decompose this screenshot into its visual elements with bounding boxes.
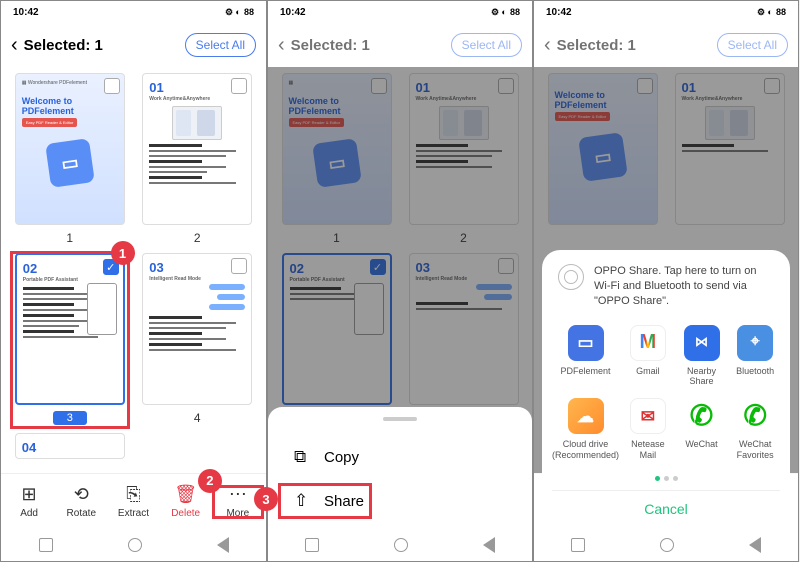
share-menu-item[interactable]: 3 ⇧ Share — [268, 479, 532, 523]
more-menu-sheet: ⧉ Copy 3 ⇧ Share — [268, 407, 532, 529]
screen-1: 10:42 ⚙ ◐ 88 ‹ Selected: 1 Select All ▦ … — [0, 0, 267, 562]
page-number: 1 — [66, 231, 73, 245]
oppo-share-row[interactable]: OPPO Share. Tap here to turn on Wi-Fi an… — [552, 264, 780, 321]
nav-recents[interactable] — [305, 538, 319, 552]
screen-2: 10:42 ⚙ ◐ 88 ‹ Selected: 1 Select All ▦W… — [267, 0, 533, 562]
wechat-icon: ✆ — [684, 398, 720, 434]
step-badge-2: 2 — [198, 469, 222, 493]
copy-icon: ⧉ — [294, 447, 312, 467]
nav-back[interactable] — [749, 537, 761, 553]
header-title: Selected: 1 — [24, 37, 179, 54]
status-bar: 10:42 ⚙ ◐ 88 — [268, 1, 532, 23]
nav-recents[interactable] — [571, 538, 585, 552]
status-right: ⚙ ◐ 88 — [757, 7, 786, 18]
nav-home[interactable] — [394, 538, 408, 552]
select-all-button[interactable]: Select All — [451, 33, 522, 57]
bluetooth-icon: ⌖ — [737, 325, 773, 361]
page-thumbnail-4[interactable]: 03 Intelligent Read Mode 4 — [141, 253, 255, 425]
page-indicator — [552, 468, 780, 486]
cloud-icon: ☁ — [568, 398, 604, 434]
pdfelement-icon: ▭ — [568, 325, 604, 361]
nav-back[interactable] — [217, 537, 229, 553]
page-thumbnail-1[interactable]: ▦ Wondershare PDFelement Welcome toPDFel… — [13, 73, 127, 245]
status-bar: 10:42 ⚙ ◐ 88 — [534, 1, 798, 23]
netease-icon: ✉ — [630, 398, 666, 434]
wechat-fav-icon: ✆ — [737, 398, 773, 434]
oppo-share-icon — [558, 264, 584, 290]
status-bar: 10:42 ⚙ ◐ 88 — [1, 1, 266, 23]
status-right: ⚙ ◐ 88 — [225, 7, 254, 18]
system-nav — [268, 529, 532, 561]
share-app-wechat[interactable]: ✆WeChat — [677, 398, 727, 460]
header: ‹ Selected: 1 Select All — [268, 23, 532, 67]
header-title: Selected: 1 — [557, 37, 711, 54]
cancel-button[interactable]: Cancel — [552, 490, 780, 521]
add-icon: ⊞ — [22, 485, 37, 505]
share-app-gmail[interactable]: MGmail — [623, 325, 673, 387]
page-checkbox[interactable] — [231, 78, 247, 94]
screen-3: 10:42 ⚙ ◐ 88 ‹ Selected: 1 Select All We… — [533, 0, 799, 562]
back-icon[interactable]: ‹ — [11, 34, 18, 57]
page-number: 2 — [194, 231, 201, 245]
more-icon: ⋯ — [229, 485, 247, 505]
page-number-selected: 3 — [53, 411, 87, 425]
share-app-cloud[interactable]: ☁Cloud drive (Recommended) — [552, 398, 619, 460]
back-icon[interactable]: ‹ — [278, 34, 285, 57]
nav-recents[interactable] — [39, 538, 53, 552]
gmail-icon: M — [630, 325, 666, 361]
page-checkbox[interactable] — [231, 258, 247, 274]
page-thumbnail-3[interactable]: 1 ✓ 02 Portable PDF Assistant 3 — [13, 253, 127, 425]
page-thumbnail-5[interactable]: 04 — [13, 433, 127, 459]
rotate-button[interactable]: ⟲Rotate — [57, 485, 105, 519]
share-app-pdfelement[interactable]: ▭PDFelement — [552, 325, 619, 387]
back-icon[interactable]: ‹ — [544, 34, 551, 57]
page-thumbnail-2[interactable]: 01 Work Anytime&Anywhere 2 — [141, 73, 255, 245]
status-time: 10:42 — [280, 7, 306, 18]
sheet-handle[interactable] — [383, 417, 417, 421]
select-all-button[interactable]: Select All — [717, 33, 788, 57]
share-app-grid: ▭PDFelement MGmail ⋈Nearby Share ⌖Blueto… — [552, 325, 780, 460]
extract-icon: ⎘ — [126, 485, 140, 505]
trash-icon: 🗑 — [174, 485, 197, 505]
system-nav — [1, 529, 266, 561]
share-app-netease[interactable]: ✉Netease Mail — [623, 398, 673, 460]
step-badge-3: 3 — [254, 487, 278, 511]
extract-button[interactable]: ⎘Extract — [109, 485, 157, 519]
rotate-icon: ⟲ — [74, 485, 89, 505]
share-icon: ⇧ — [294, 491, 312, 511]
add-button[interactable]: ⊞Add — [5, 485, 53, 519]
nearby-icon: ⋈ — [684, 325, 720, 361]
share-app-bluetooth[interactable]: ⌖Bluetooth — [730, 325, 780, 387]
share-app-wechat-fav[interactable]: ✆WeChat Favorites — [730, 398, 780, 460]
status-right: ⚙ ◐ 88 — [491, 7, 520, 18]
header: ‹ Selected: 1 Select All — [534, 23, 798, 67]
header: ‹ Selected: 1 Select All — [1, 23, 266, 67]
header-title: Selected: 1 — [291, 37, 445, 54]
page-grid: ▦ Wondershare PDFelement Welcome toPDFel… — [1, 67, 266, 473]
toolbar: ⊞Add ⟲Rotate ⎘Extract 🗑Delete 2 ⋯More — [1, 473, 266, 529]
status-time: 10:42 — [546, 7, 572, 18]
page-checkbox[interactable] — [104, 78, 120, 94]
nav-home[interactable] — [660, 538, 674, 552]
share-app-nearby[interactable]: ⋈Nearby Share — [677, 325, 727, 387]
share-sheet: OPPO Share. Tap here to turn on Wi-Fi an… — [542, 250, 790, 529]
page-number: 4 — [194, 411, 201, 425]
nav-home[interactable] — [128, 538, 142, 552]
step-badge-1: 1 — [111, 241, 135, 265]
status-time: 10:42 — [13, 7, 39, 18]
select-all-button[interactable]: Select All — [185, 33, 256, 57]
nav-back[interactable] — [483, 537, 495, 553]
oppo-share-text: OPPO Share. Tap here to turn on Wi-Fi an… — [594, 264, 774, 309]
system-nav — [534, 529, 798, 561]
copy-menu-item[interactable]: ⧉ Copy — [268, 435, 532, 479]
